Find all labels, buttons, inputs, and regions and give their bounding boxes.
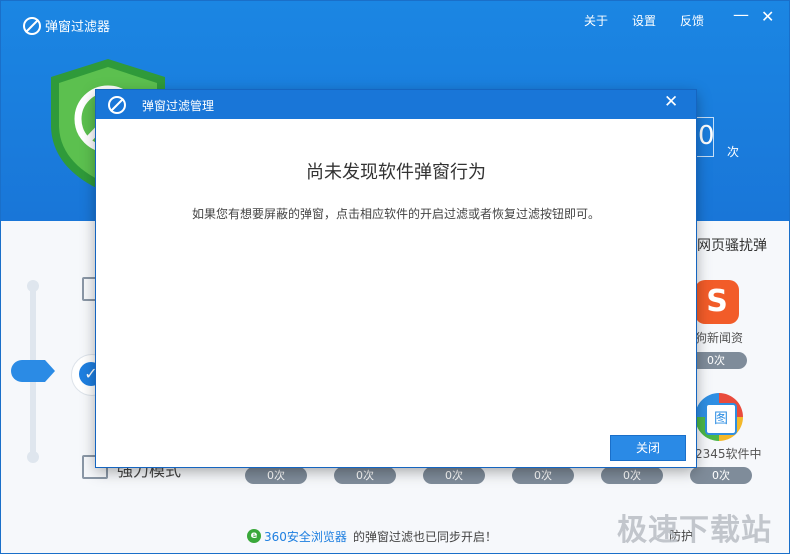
count-pill[interactable]: 0次 [690, 467, 752, 484]
main-window: 弹窗过滤器 关于 设置 反馈 — ✕ 0 次 ✓ 强力模式 网页骚扰弹 S 狗新… [0, 0, 790, 554]
about-link[interactable]: 关于 [584, 12, 608, 29]
minimize-button[interactable]: — [733, 5, 749, 24]
app-label: 狗新闻资 [695, 331, 744, 345]
slider-top-dot[interactable] [27, 280, 39, 292]
count-pill[interactable]: 0次 [423, 467, 485, 484]
count-value: 0 [698, 121, 715, 151]
dialog-close-button[interactable]: 关闭 [610, 435, 686, 461]
dialog-title: 弹窗过滤管理 [142, 99, 215, 113]
browser-link[interactable]: 360安全浏览器 [264, 528, 347, 545]
count-pill[interactable]: 0次 [601, 467, 663, 484]
2345-icon: 图 [705, 403, 737, 435]
count-pill[interactable]: 0次 [334, 467, 396, 484]
count-pill[interactable]: 0次 [245, 467, 307, 484]
web-popup-title: 网页骚扰弹 [697, 238, 767, 254]
sohu-icon[interactable]: S [695, 280, 739, 324]
settings-link[interactable]: 设置 [632, 12, 656, 29]
count-pill[interactable]: 0次 [512, 467, 574, 484]
app-label: 2345软件中 [695, 447, 762, 461]
close-window-button[interactable]: ✕ [761, 7, 774, 26]
sync-text: 的弹窗过滤也已同步开启！ [353, 530, 498, 544]
browser-icon: e [247, 529, 261, 543]
slider-thumb[interactable] [11, 360, 55, 382]
app-title: 弹窗过滤器 [45, 20, 111, 35]
dialog-header: 弹窗过滤管理 ✕ [96, 90, 696, 119]
dialog-message: 如果您有想要屏蔽的弹窗，点击相应软件的开启过滤或者恢复过滤按钮即可。 [191, 207, 600, 221]
slider-bottom-dot[interactable] [27, 451, 39, 463]
dialog-logo-icon [108, 96, 126, 114]
filter-management-dialog: 弹窗过滤管理 ✕ 尚未发现软件弹窗行为 如果您有想要屏蔽的弹窗，点击相应软件的开… [96, 90, 696, 467]
feedback-link[interactable]: 反馈 [680, 12, 704, 29]
dialog-close-icon[interactable]: ✕ [664, 92, 678, 112]
count-unit: 次 [727, 145, 740, 159]
dialog-heading: 尚未发现软件弹窗行为 [306, 162, 486, 183]
watermark: 极速下载站 [617, 513, 772, 548]
app-logo-icon [23, 17, 41, 35]
